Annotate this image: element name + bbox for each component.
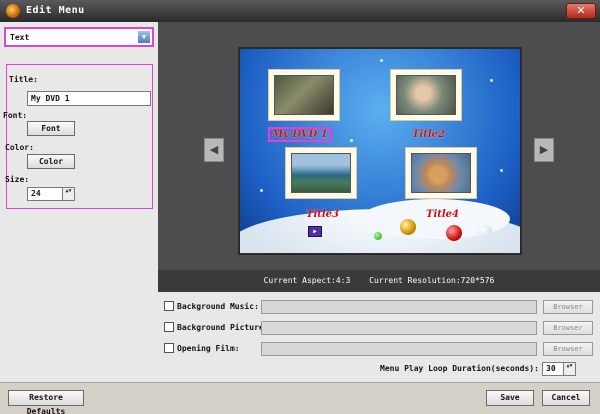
color-label: Color: — [5, 143, 34, 152]
current-resolution: Current Resolution:720*576 — [369, 276, 495, 285]
text-properties-box: Title: My DVD 1 Font: Font Color: Color … — [3, 64, 153, 209]
aspect-info-bar: Current Aspect:4:3 Current Resolution:72… — [158, 270, 600, 292]
spin-arrows-icon[interactable]: ▲▼ — [62, 188, 74, 200]
size-label: Size: — [5, 175, 30, 184]
title-input[interactable]: My DVD 1 — [27, 91, 151, 106]
chevron-down-icon[interactable]: ▼ — [138, 31, 150, 43]
loop-duration-value: 30 — [546, 364, 556, 373]
opening-film-path-field[interactable] — [261, 342, 537, 356]
save-button[interactable]: Save — [486, 390, 534, 406]
bg-picture-checkbox[interactable] — [164, 322, 174, 332]
menu-thumbnail-2[interactable] — [390, 69, 462, 121]
element-type-value: Text — [10, 33, 30, 42]
window-title: Edit Menu — [26, 5, 85, 16]
bg-music-label: Background Music: — [177, 302, 259, 311]
menu-title-1[interactable]: My DVD 1 — [268, 127, 332, 142]
app-icon — [6, 4, 20, 18]
opening-film-label: Opening Film: — [177, 344, 240, 353]
font-button[interactable]: Font — [27, 121, 75, 136]
green-ornament-icon — [374, 232, 382, 240]
loop-duration-stepper[interactable]: 30 ▲▼ — [542, 362, 576, 376]
opening-film-browse-button[interactable]: Browser — [543, 342, 593, 356]
menu-thumbnail-4[interactable] — [405, 147, 477, 199]
menu-thumbnail-1[interactable] — [268, 69, 340, 121]
loop-spin-arrows-icon[interactable]: ▲▼ — [563, 363, 575, 375]
menu-options-panel: Background Music: Browser Background Pic… — [158, 292, 600, 382]
opening-film-checkbox[interactable] — [164, 343, 174, 353]
gold-ornament-icon — [400, 219, 416, 235]
cancel-button[interactable]: Cancel — [542, 390, 590, 406]
font-label: Font: — [3, 111, 28, 120]
next-page-button[interactable]: ▶ — [534, 138, 554, 162]
menu-preview: My DVD 1 Title2 Title3 Title4 ▶ — [238, 47, 522, 255]
dialog-footer: Restore Defaults Save Cancel — [0, 382, 600, 414]
menu-thumbnail-3[interactable] — [285, 147, 357, 199]
bg-picture-label: Background Picture: — [177, 323, 269, 332]
window-titlebar: Edit Menu ✕ — [0, 0, 600, 22]
menu-title-3[interactable]: Title3 — [306, 209, 339, 220]
menu-title-4[interactable]: Title4 — [426, 209, 459, 220]
close-button[interactable]: ✕ — [566, 3, 596, 19]
bg-music-browse-button[interactable]: Browser — [543, 300, 593, 314]
snowball-icon — [478, 225, 492, 237]
bg-picture-browse-button[interactable]: Browser — [543, 321, 593, 335]
play-icon[interactable]: ▶ — [308, 226, 322, 237]
properties-panel: Text ▼ Title: My DVD 1 Font: Font Color:… — [0, 22, 158, 382]
loop-duration-label: Menu Play Loop Duration(seconds): — [380, 364, 539, 373]
preview-area: ◀ ▶ My DVD 1 Title2 Title3 Title4 ▶ — [158, 22, 600, 270]
title-label: Title: — [9, 75, 38, 84]
color-button[interactable]: Color — [27, 154, 75, 169]
bg-picture-path-field[interactable] — [261, 321, 537, 335]
bg-music-path-field[interactable] — [261, 300, 537, 314]
red-ornament-icon — [446, 225, 462, 241]
current-aspect: Current Aspect:4:3 — [263, 276, 351, 285]
size-stepper[interactable]: 24 ▲▼ — [27, 187, 75, 201]
prev-page-button[interactable]: ◀ — [204, 138, 224, 162]
restore-defaults-button[interactable]: Restore Defaults — [8, 390, 84, 414]
menu-title-2[interactable]: Title2 — [412, 129, 445, 140]
element-type-select[interactable]: Text ▼ — [4, 27, 154, 47]
size-value: 24 — [31, 189, 41, 198]
bg-music-checkbox[interactable] — [164, 301, 174, 311]
